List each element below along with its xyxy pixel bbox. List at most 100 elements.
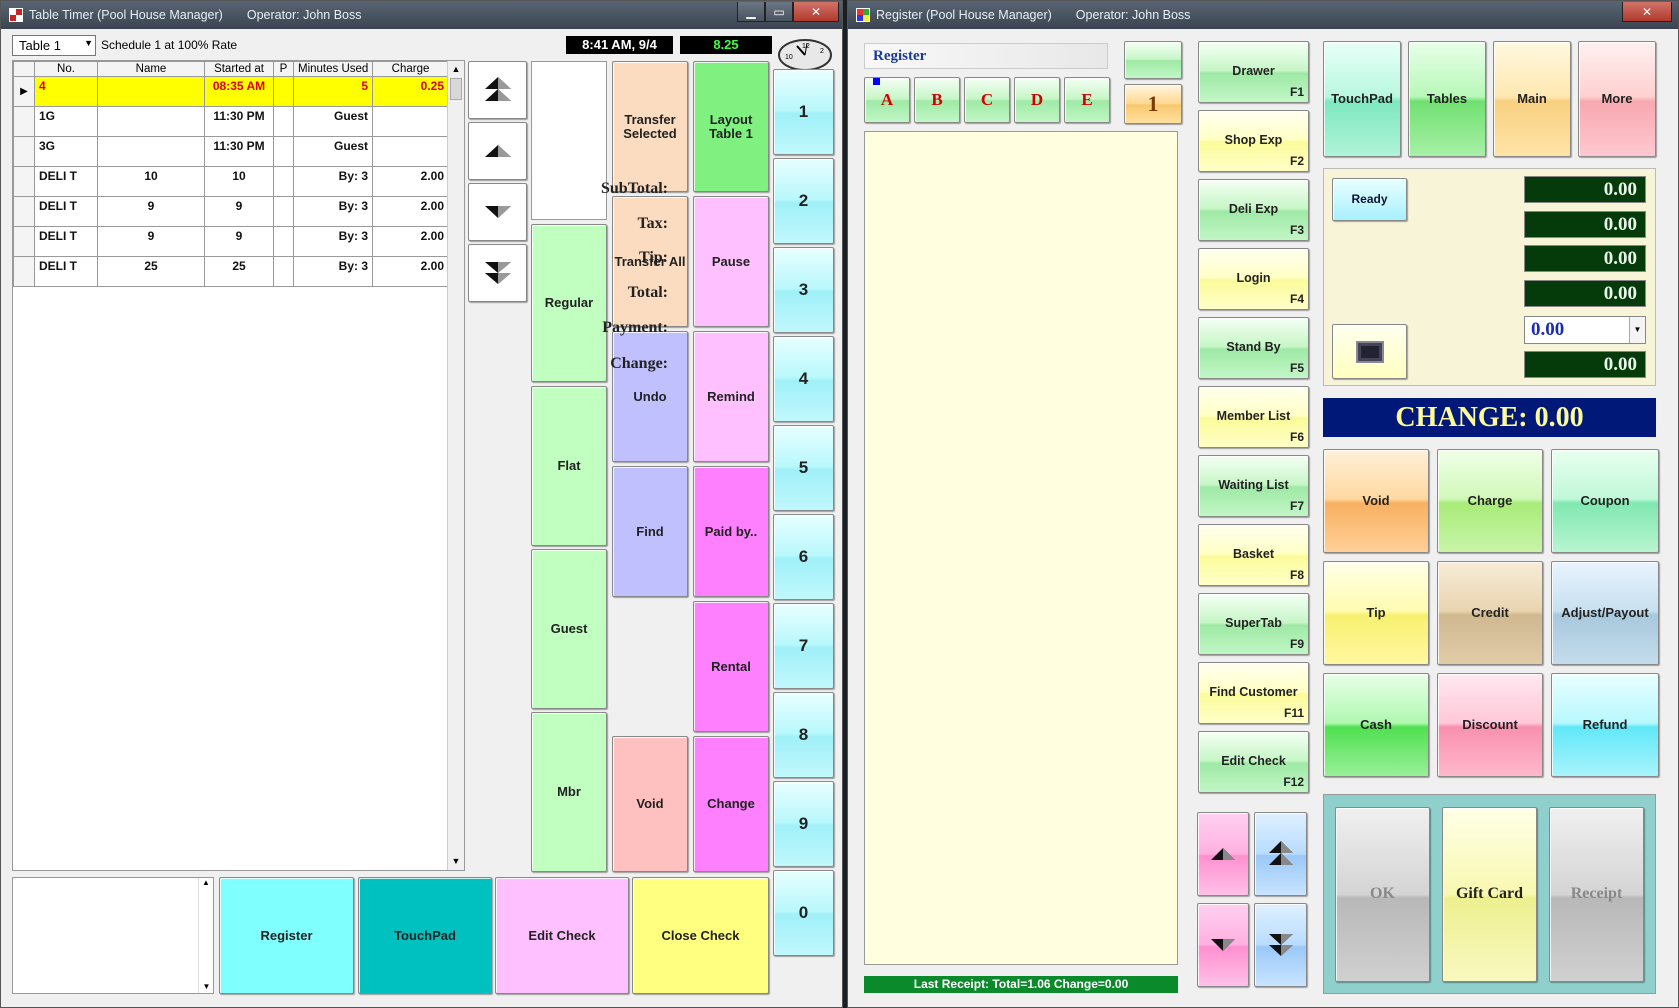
layout-table-button[interactable]: Layout Table 1 [693,61,769,192]
notes-box[interactable]: ▲ ▼ [12,877,214,994]
letter-tab-d[interactable]: D [1014,77,1060,123]
letter-tab-b[interactable]: B [914,77,960,123]
move-top-button[interactable] [468,61,527,119]
notes-scrollbar[interactable]: ▲ ▼ [198,878,213,993]
title-bar[interactable]: Register (Pool House Manager) Operator: … [848,1,1678,29]
function-key-f12[interactable]: Edit Check F12 [1198,731,1309,793]
action-tip-button[interactable]: Tip [1323,561,1429,665]
col-minutes[interactable]: Minutes Used [293,61,373,77]
function-key-f1[interactable]: Drawer F1 [1198,41,1309,103]
table-row[interactable]: 1G 11:30 PM Guest [13,106,449,137]
ok-button[interactable]: OK [1335,807,1430,982]
transfer-selected-button[interactable]: Transfer Selected [612,61,688,192]
table-row[interactable]: DELI T 10 10 By: 3 2.00 [13,166,449,197]
number-button-6[interactable]: 6 [773,514,834,600]
rate-flat-button[interactable]: Flat [531,386,607,546]
receipt-list[interactable] [864,131,1178,965]
nav-main-button[interactable]: Main [1493,41,1571,157]
rental-button[interactable]: Rental [693,601,769,732]
letter-tab-e[interactable]: E [1064,77,1110,123]
scroll-up-icon[interactable]: ▲ [448,61,464,78]
table-row[interactable]: ▶ 4 08:35 AM 5 0.25 [13,76,449,107]
action-cash-button[interactable]: Cash [1323,673,1429,777]
paid-by-button[interactable]: Paid by.. [693,466,769,597]
col-started[interactable]: Started at [204,61,274,77]
number-button-1[interactable]: 1 [773,69,834,155]
calculator-button[interactable] [1332,324,1407,379]
number-button-0[interactable]: 0 [773,870,834,956]
title-bar[interactable]: Table Timer (Pool House Manager) Operato… [1,1,842,29]
payment-select[interactable]: 0.00 ▼ [1524,316,1646,344]
number-button-2[interactable]: 2 [773,158,834,244]
table-select[interactable]: Table 1 ▼ [12,35,96,56]
minimize-icon[interactable]: ▁ [737,2,765,22]
close-check-button[interactable]: Close Check [632,877,769,994]
number-button-5[interactable]: 5 [773,425,834,511]
nav-more-button[interactable]: More [1578,41,1656,157]
remind-button[interactable]: Remind [693,331,769,462]
action-credit-button[interactable]: Credit [1437,561,1543,665]
function-key-f5[interactable]: Stand By F5 [1198,317,1309,379]
ready-button[interactable]: Ready [1332,178,1407,221]
status-green-button[interactable] [1124,41,1182,79]
nav-touchpad-button[interactable]: TouchPad [1323,41,1401,157]
action-coupon-button[interactable]: Coupon [1551,449,1659,553]
action-void-button[interactable]: Void [1323,449,1429,553]
row-selector[interactable] [13,256,35,287]
col-charge[interactable]: Charge [372,61,449,77]
nav-tables-button[interactable]: Tables [1408,41,1486,157]
function-key-f9[interactable]: SuperTab F9 [1198,593,1309,655]
vertical-scrollbar[interactable]: ▲ ▼ [447,61,464,870]
maximize-icon[interactable]: ▭ [765,2,793,22]
col-name[interactable]: Name [97,61,205,77]
chevron-down-icon[interactable]: ▼ [1629,317,1645,343]
row-selector[interactable] [13,196,35,227]
function-key-f4[interactable]: Login F4 [1198,248,1309,310]
timer-grid[interactable]: No. Name Started at P Minutes Used Charg… [12,60,465,871]
table-row[interactable]: DELI T 25 25 By: 3 2.00 [13,256,449,287]
gift-card-button[interactable]: Gift Card [1442,807,1537,982]
number-button-4[interactable]: 4 [773,336,834,422]
close-icon[interactable]: ✕ [1622,2,1672,22]
action-charge-button[interactable]: Charge [1437,449,1543,553]
function-key-f3[interactable]: Deli Exp F3 [1198,179,1309,241]
action-refund-button[interactable]: Refund [1551,673,1659,777]
row-selector[interactable] [13,136,35,167]
find-button[interactable]: Find [612,466,688,597]
letter-tab-a[interactable]: A [864,77,910,123]
move-up-button[interactable] [468,122,527,180]
change-button[interactable]: Change [693,736,769,872]
col-p[interactable]: P [273,61,294,77]
bottom-button[interactable] [1254,903,1307,987]
col-no[interactable]: No. [34,61,98,77]
table-row[interactable]: DELI T 9 9 By: 3 2.00 [13,196,449,227]
table-row[interactable]: DELI T 9 9 By: 3 2.00 [13,226,449,257]
number-button-9[interactable]: 9 [773,781,834,867]
down-button[interactable] [1197,903,1249,987]
pause-button[interactable]: Pause [693,196,769,327]
row-selector[interactable] [13,106,35,137]
function-key-f8[interactable]: Basket F8 [1198,524,1309,586]
edit-check-button[interactable]: Edit Check [495,877,629,994]
number-button-3[interactable]: 3 [773,247,834,333]
touchpad-button[interactable]: TouchPad [358,877,492,994]
row-selector[interactable] [13,226,35,257]
up-button[interactable] [1197,812,1249,896]
rate-mbr-button[interactable]: Mbr [531,712,607,872]
action-adjust-payout-button[interactable]: Adjust/Payout [1551,561,1659,665]
table-row[interactable]: 3G 11:30 PM Guest [13,136,449,167]
void-button[interactable]: Void [612,736,688,872]
number-button-7[interactable]: 7 [773,603,834,689]
letter-tab-c[interactable]: C [964,77,1010,123]
function-key-f7[interactable]: Waiting List F7 [1198,455,1309,517]
scroll-down-icon[interactable]: ▼ [448,853,464,870]
function-key-f6[interactable]: Member List F6 [1198,386,1309,448]
function-key-f11[interactable]: Find Customer F11 [1198,662,1309,724]
receipt-button[interactable]: Receipt [1549,807,1644,982]
close-icon[interactable]: ✕ [793,2,839,22]
number-button-8[interactable]: 8 [773,692,834,778]
rate-guest-button[interactable]: Guest [531,549,607,709]
row-selector[interactable]: ▶ [13,76,35,107]
action-discount-button[interactable]: Discount [1437,673,1543,777]
timer-table[interactable]: No. Name Started at P Minutes Used Charg… [13,61,449,287]
